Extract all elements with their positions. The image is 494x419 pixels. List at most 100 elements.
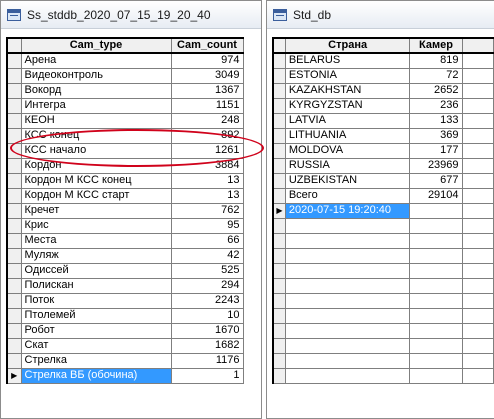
count-cell[interactable]: 1367 (170, 82, 244, 99)
row-selector[interactable] (6, 202, 22, 219)
name-cell[interactable]: КЕОН (20, 112, 172, 129)
count-cell[interactable]: 974 (170, 52, 244, 69)
name-cell[interactable]: Кордон М КСС старт (20, 187, 172, 204)
blank-cell[interactable] (461, 67, 494, 84)
count-cell[interactable]: 10 (170, 307, 244, 324)
left-window-titlebar[interactable]: Ss_stddb_2020_07_15_19_20_40 (1, 1, 261, 29)
row-selector[interactable] (6, 277, 22, 294)
table-row[interactable]: Кордон М КСС конец 13 (6, 172, 244, 189)
name-cell[interactable]: Скат (20, 337, 172, 354)
row-selector[interactable] (6, 52, 22, 69)
blank-cell[interactable] (461, 127, 494, 144)
corner-selector[interactable] (6, 37, 22, 54)
count-cell[interactable] (409, 292, 463, 309)
row-selector[interactable] (271, 142, 286, 159)
table-row[interactable]: LATVIA 133 (271, 112, 494, 129)
row-selector[interactable] (6, 187, 22, 204)
name-cell[interactable]: Муляж (20, 247, 172, 264)
name-cell[interactable]: Робот (20, 322, 172, 339)
table-row[interactable] (271, 352, 494, 369)
count-cell[interactable]: 248 (170, 112, 244, 129)
name-cell[interactable] (284, 367, 411, 384)
name-cell[interactable] (284, 292, 411, 309)
blank-cell[interactable] (461, 337, 494, 354)
row-selector[interactable] (271, 247, 286, 264)
table-row[interactable] (271, 367, 494, 384)
corner-selector[interactable] (271, 37, 286, 54)
table-row[interactable] (271, 322, 494, 339)
row-selector[interactable] (6, 292, 22, 309)
count-cell[interactable]: 369 (409, 127, 463, 144)
count-cell[interactable] (409, 232, 463, 249)
name-cell[interactable]: 2020-07-15 19:20:40 (284, 202, 411, 219)
column-header-blank[interactable] (461, 37, 494, 54)
count-cell[interactable] (409, 307, 463, 324)
name-cell[interactable]: Птолемей (20, 307, 172, 324)
row-selector[interactable] (271, 292, 286, 309)
table-row[interactable]: ESTONIA 72 (271, 67, 494, 84)
name-cell[interactable]: Одиссей (20, 262, 172, 279)
count-cell[interactable]: 23969 (409, 157, 463, 174)
count-cell[interactable]: 1176 (170, 352, 244, 369)
table-row[interactable] (271, 262, 494, 279)
table-row[interactable]: Муляж 42 (6, 247, 244, 264)
count-cell[interactable] (409, 337, 463, 354)
column-header-cam-count[interactable]: Cam_count (170, 37, 244, 54)
blank-cell[interactable] (461, 277, 494, 294)
row-selector[interactable] (271, 217, 286, 234)
name-cell[interactable]: Крис (20, 217, 172, 234)
row-selector[interactable] (6, 232, 22, 249)
table-row[interactable] (271, 247, 494, 264)
table-row[interactable]: BELARUS 819 (271, 52, 494, 69)
name-cell[interactable] (284, 352, 411, 369)
left-datasheet[interactable]: Cam_type Cam_count Арена 974 Видеоконтроль… (6, 37, 261, 418)
count-cell[interactable]: 95 (170, 217, 244, 234)
row-selector[interactable] (6, 262, 22, 279)
count-cell[interactable]: 177 (409, 142, 463, 159)
row-selector[interactable] (6, 97, 22, 114)
count-cell[interactable] (409, 322, 463, 339)
column-header-cam-type[interactable]: Cam_type (20, 37, 172, 54)
blank-cell[interactable] (461, 322, 494, 339)
name-cell[interactable]: Стрелка (20, 352, 172, 369)
count-cell[interactable]: 819 (409, 52, 463, 69)
name-cell[interactable] (284, 262, 411, 279)
blank-cell[interactable] (461, 217, 494, 234)
row-selector[interactable] (271, 277, 286, 294)
blank-cell[interactable] (461, 202, 494, 219)
table-row[interactable]: Места 66 (6, 232, 244, 249)
name-cell[interactable]: MOLDOVA (284, 142, 411, 159)
table-row[interactable]: КЕОН 248 (6, 112, 244, 129)
table-row[interactable]: Кордон М КСС старт 13 (6, 187, 244, 204)
count-cell[interactable]: 66 (170, 232, 244, 249)
table-row[interactable] (271, 292, 494, 309)
table-row[interactable]: KAZAKHSTAN 2652 (271, 82, 494, 99)
table-row[interactable]: Одиссей 525 (6, 262, 244, 279)
count-cell[interactable] (409, 247, 463, 264)
blank-cell[interactable] (461, 232, 494, 249)
row-selector[interactable] (6, 217, 22, 234)
count-cell[interactable]: 133 (409, 112, 463, 129)
row-selector[interactable] (6, 112, 22, 129)
row-selector[interactable] (271, 127, 286, 144)
row-selector[interactable] (271, 157, 286, 174)
name-cell[interactable]: Видеоконтроль (20, 67, 172, 84)
table-row[interactable]: ▶ 2020-07-15 19:20:40 (271, 202, 494, 219)
row-selector[interactable] (271, 82, 286, 99)
name-cell[interactable]: Поток (20, 292, 172, 309)
row-selector[interactable] (271, 232, 286, 249)
name-cell[interactable] (284, 337, 411, 354)
table-row[interactable]: Робот 1670 (6, 322, 244, 339)
table-row[interactable]: MOLDOVA 177 (271, 142, 494, 159)
row-selector[interactable] (271, 367, 286, 384)
name-cell[interactable]: Арена (20, 52, 172, 69)
row-selector[interactable] (6, 172, 22, 189)
name-cell[interactable]: ESTONIA (284, 67, 411, 84)
column-header-cameras[interactable]: Камер (409, 37, 463, 54)
row-selector[interactable] (6, 307, 22, 324)
row-selector[interactable] (271, 307, 286, 324)
blank-cell[interactable] (461, 307, 494, 324)
table-row[interactable]: Поток 2243 (6, 292, 244, 309)
row-selector[interactable] (271, 187, 286, 204)
count-cell[interactable]: 677 (409, 172, 463, 189)
